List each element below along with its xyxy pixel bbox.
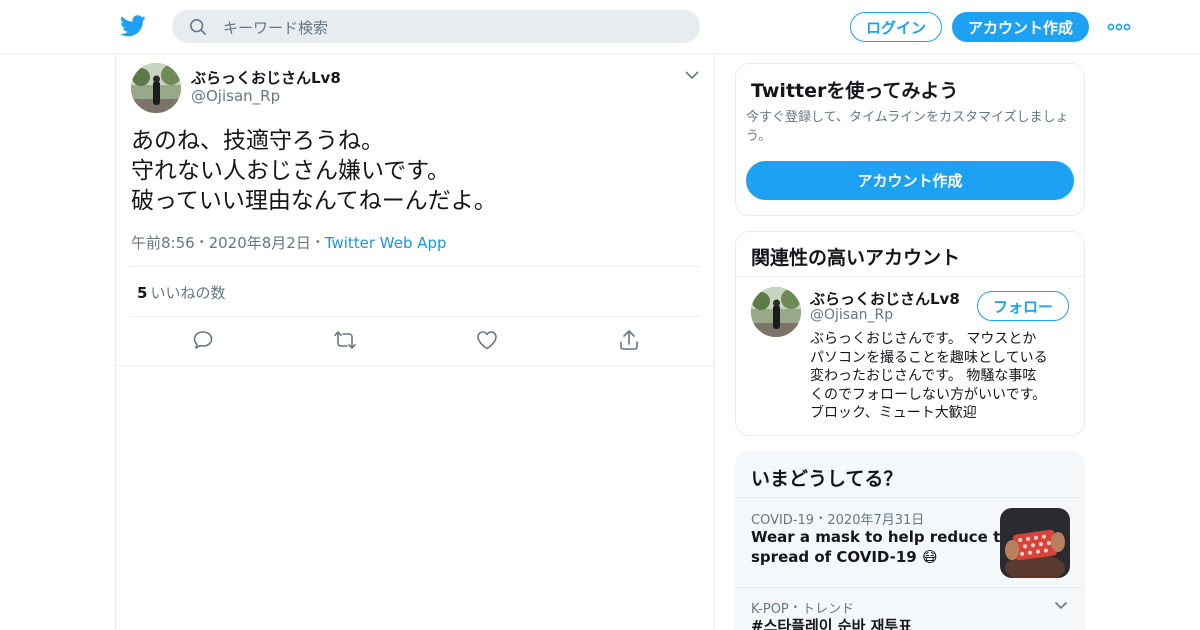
tweet-time[interactable]: 午前8:56 xyxy=(131,234,195,252)
chevron-down-icon[interactable] xyxy=(684,70,700,80)
tweet-column: ぶらっくおじさんLv8 @Ojisan_Rp あのね、技適守ろうね。 守れない人… xyxy=(115,54,715,630)
bio-line: パソコンを撮ることを趣味としている xyxy=(810,349,1048,366)
related-accounts-title: 関連性の高いアカウント xyxy=(751,247,961,269)
likes-label: いいねの数 xyxy=(150,284,226,302)
bio-line: くのでフォローしない方がいいです。 xyxy=(810,386,1047,403)
chevron-down-icon[interactable] xyxy=(1054,601,1068,610)
divider xyxy=(130,316,700,317)
avatar-photo xyxy=(131,63,181,113)
separator-dot: • xyxy=(198,237,205,248)
trend-thumbnail[interactable] xyxy=(1000,508,1070,578)
trend-text-line: Wear a mask to help reduce the xyxy=(751,528,1022,546)
trend-text: Wear a mask to help reduce the spread of… xyxy=(751,527,1021,567)
trend-category: COVID-19 xyxy=(751,513,815,528)
divider xyxy=(130,266,700,267)
signup-card-subtitle: 今すぐ登録して、タイムラインをカスタマイズしましょう。 xyxy=(746,110,1069,144)
search-icon xyxy=(189,18,207,36)
signup-button[interactable]: アカウント作成 xyxy=(952,12,1089,42)
trend-text-line: spread of COVID-19 😷 xyxy=(751,548,938,566)
signup-card: Twitterを使ってみよう 今すぐ登録して、タイムラインをカスタマイズしましょ… xyxy=(735,63,1085,216)
trends-card: いまどうしてる？ COVID-19 • 2020年7月31日 Wear a mask… xyxy=(735,451,1085,630)
tweet-text-line: 守れない人おじさん嫌いです。 xyxy=(131,158,451,184)
divider xyxy=(116,365,714,366)
likes-number: 5 xyxy=(137,284,148,302)
avatar[interactable] xyxy=(131,63,181,113)
avatar[interactable] xyxy=(751,287,801,337)
bio-line: ブロック、ミュート大歓迎 xyxy=(810,405,977,421)
bio-line: 変わったおじさんです。 物騒な事呟 xyxy=(810,368,1037,384)
top-navigation-bar: キーワード検索 ログイン アカウント作成 xyxy=(0,0,1200,54)
search-input[interactable]: キーワード検索 xyxy=(223,17,328,38)
trend-date: 2020年7月31日 xyxy=(827,513,925,528)
search-bar[interactable]: キーワード検索 xyxy=(172,10,700,43)
twitter-bird-icon[interactable] xyxy=(120,14,146,38)
trend-type: トレンド xyxy=(802,602,855,617)
create-account-button[interactable]: アカウント作成 xyxy=(746,161,1074,200)
account-bio: ぶらっくおじさんです。 マウスとか パソコンを撮ることを趣味としている 変わった… xyxy=(810,330,1076,423)
avatar-photo xyxy=(751,287,801,337)
reply-icon[interactable] xyxy=(191,328,215,352)
trend-meta: K-POP • トレンド xyxy=(751,598,854,617)
trend-category: K-POP xyxy=(751,602,789,617)
trend-item[interactable]: COVID-19 • 2020年7月31日 Wear a mask to help … xyxy=(736,452,1084,587)
mask-photo xyxy=(1000,508,1070,578)
trend-item[interactable]: K-POP • トレンド #스타플레이 순바 재투표 xyxy=(736,588,1084,630)
tweet-text-line: あのね、技適守ろうね。 xyxy=(131,128,384,154)
trend-text-line: #스타플레이 순바 재투표 xyxy=(751,617,913,630)
trend-text: #스타플레이 순바 재투표 xyxy=(751,616,912,630)
tweet-author-name[interactable]: ぶらっくおじさんLv8 xyxy=(191,67,341,88)
tweet-metadata: 午前8:56 • 2020年8月2日 • Twitter Web App xyxy=(131,232,447,253)
tweet-text-line: 破っていい理由なんてねーんだよ。 xyxy=(131,188,497,214)
separator-dot: • xyxy=(818,514,824,524)
tweet-source-link[interactable]: Twitter Web App xyxy=(325,234,447,252)
separator-dot: • xyxy=(314,237,321,248)
tweet-date[interactable]: 2020年8月2日 xyxy=(209,234,311,252)
follow-button[interactable]: フォロー xyxy=(977,291,1069,321)
login-button[interactable]: ログイン xyxy=(850,12,942,42)
divider xyxy=(736,276,1084,277)
tweet-author-handle[interactable]: @Ojisan_Rp xyxy=(191,87,280,105)
likes-count[interactable]: 5 いいねの数 xyxy=(137,282,225,303)
tweet-text: あのね、技適守ろうね。 守れない人おじさん嫌いです。 破っていい理由なんてねーん… xyxy=(131,126,701,216)
share-icon[interactable] xyxy=(617,328,641,352)
related-accounts-card: 関連性の高いアカウント ぶらっくおじさんLv8 @Ojisan_Rp フォロー … xyxy=(735,231,1085,436)
separator-dot: • xyxy=(792,603,799,613)
retweet-icon[interactable] xyxy=(333,328,357,352)
bio-line: ぶらっくおじさんです。 マウスとか xyxy=(810,331,1037,347)
more-icon[interactable] xyxy=(1107,20,1131,34)
trend-meta: COVID-19 • 2020年7月31日 xyxy=(751,509,924,528)
account-handle[interactable]: @Ojisan_Rp xyxy=(810,307,893,323)
like-icon[interactable] xyxy=(475,328,499,352)
account-name[interactable]: ぶらっくおじさんLv8 xyxy=(810,288,960,309)
signup-card-title: Twitterを使ってみよう xyxy=(751,80,959,102)
tweet-actions xyxy=(116,328,716,354)
